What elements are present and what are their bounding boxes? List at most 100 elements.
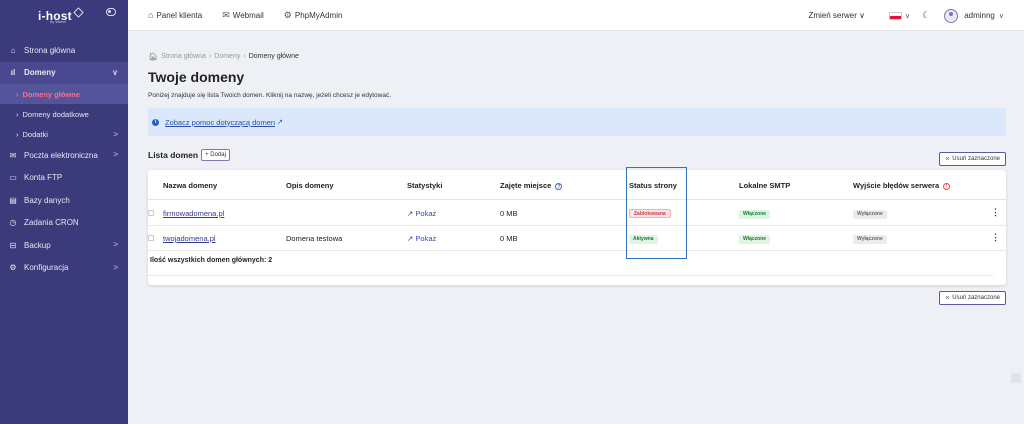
external-link-icon: ↗ (407, 234, 414, 243)
delete-selected-button-bottom[interactable]: × Usuń zaznaczone (939, 291, 1006, 305)
sidebar-item-label: Zadania CRON (24, 218, 79, 228)
row-checkbox[interactable] (148, 210, 154, 216)
chevron-right-icon: › (16, 129, 19, 139)
list-title: Lista domen (148, 150, 199, 160)
col-domain-name[interactable]: Nazwa domeny (163, 181, 217, 190)
topbar-link-webmail[interactable]: ✉ Webmail (222, 10, 264, 21)
status-column-highlight (626, 167, 687, 259)
add-domain-button[interactable]: + Dodaj (201, 149, 230, 161)
sidebar-item-domains[interactable]: ıl Domeny ∨ (0, 61, 128, 84)
sidebar-item-home[interactable]: ⌂ Strona główna (0, 39, 128, 62)
backup-icon: ⊟ (9, 240, 17, 250)
mail-icon: ✉ (222, 9, 230, 20)
breadcrumb-domains[interactable]: Domeny (214, 53, 240, 60)
sidebar-item-label: Bazy danych (24, 195, 70, 205)
col-local-smtp[interactable]: Lokalne SMTP (739, 181, 790, 190)
help-link[interactable]: Zobacz pomoc dotyczącą domen (165, 118, 275, 127)
topbar-link-label: PhpMyAdmin (294, 10, 343, 20)
domain-link[interactable]: firmowadomena.pl (163, 209, 224, 218)
col-server-errors[interactable]: Wyjście błędów serwera ! (853, 181, 951, 190)
home-icon[interactable]: 🏠︎ (148, 52, 158, 61)
sidebar-item-email[interactable]: ✉ Poczta elektroniczna > (0, 144, 128, 167)
stats-link[interactable]: ↗ Pokaż (407, 209, 436, 218)
external-link-icon: ↗ (407, 209, 414, 218)
more-vertical-icon[interactable]: ⋮ (991, 207, 1000, 218)
scroll-top-icon[interactable] (1011, 373, 1021, 383)
main-content: 🏠︎ Strona główna › Domeny › Domeny główn… (148, 31, 1006, 305)
table-row: firmowadomena.pl ↗ Pokaż 0 MB Zablokowan… (148, 201, 1006, 226)
external-link-icon[interactable]: ↗ (277, 118, 283, 126)
smtp-cell: Włączone (739, 208, 771, 219)
sidebar-item-cron[interactable]: ◷ Zadania CRON (0, 212, 128, 235)
chevron-down-icon[interactable]: ∨ (999, 12, 1004, 20)
breadcrumb-current: Domeny główne (248, 53, 299, 60)
sidebar-item-backup[interactable]: ⊟ Backup > (0, 234, 128, 257)
chevron-down-icon[interactable]: ∨ (905, 12, 910, 20)
help-icon[interactable]: ? (555, 182, 563, 190)
table-footer: Ilość wszystkich domen głównych: 2 (148, 257, 1006, 271)
stats-link[interactable]: ↗ Pokaż (407, 234, 436, 243)
topbar-right: Zmień serwer ∨ ∨ ☾ adminng ∨ (808, 0, 1004, 31)
sidebar-item-config[interactable]: ⚙ Konfiguracja > (0, 257, 128, 280)
sidebar-toggle-icon[interactable] (106, 8, 116, 16)
sidebar-nav: ⌂ Strona główna ıl Domeny ∨ › Domeny głó… (0, 39, 128, 279)
sidebar-item-ftp[interactable]: ▭ Konta FTP (0, 167, 128, 190)
brand-logo[interactable]: i-host by Webd (0, 0, 128, 31)
smtp-badge[interactable]: Włączone (739, 235, 771, 244)
sidebar-item-databases[interactable]: ▤ Bazy danych (0, 189, 128, 212)
sidebar-item-label: Domeny (24, 68, 56, 78)
errors-cell: Wyłączone (853, 208, 887, 219)
smtp-badge[interactable]: Włączone (739, 210, 771, 219)
sidebar-item-addons[interactable]: › Dodatki > (0, 124, 128, 144)
col-space[interactable]: Zajęte miejsce ? (500, 181, 563, 190)
gear-icon: ⚙ (9, 263, 17, 273)
sidebar-item-addon-domains[interactable]: › Domeny dodatkowe (0, 104, 128, 124)
domain-link[interactable]: twojadomena.pl (163, 234, 216, 243)
sidebar-item-label: Strona główna (24, 45, 76, 55)
sidebar-item-label: Backup (24, 240, 51, 250)
moon-icon[interactable]: ☾ (922, 10, 930, 21)
chevron-right-icon: › (16, 89, 19, 99)
col-description[interactable]: Opis domeny (286, 181, 334, 190)
page-subtitle: Poniżej znajduje się lista Twoich domen.… (148, 92, 392, 99)
delete-selected-button[interactable]: × Usuń zaznaczone (939, 152, 1006, 166)
col-server-errors-label: Wyjście błędów serwera (853, 181, 940, 190)
sidebar-item-label: Domeny dodatkowe (22, 109, 89, 119)
chevron-right-icon: > (113, 240, 118, 249)
change-server-label: Zmień serwer (808, 11, 857, 20)
more-vertical-icon[interactable]: ⋮ (991, 232, 1000, 243)
sidebar-item-label: Domeny główne (22, 89, 81, 99)
row-checkbox[interactable] (148, 235, 154, 241)
breadcrumb: 🏠︎ Strona główna › Domeny › Domeny główn… (148, 52, 1006, 61)
warning-icon[interactable]: ! (943, 182, 951, 190)
topbar-link-label: Panel klienta (156, 10, 203, 20)
avatar[interactable] (944, 8, 959, 23)
errors-badge[interactable]: Wyłączone (853, 210, 887, 219)
brand-tagline: by Webd (50, 19, 66, 24)
help-box: i Zobacz pomoc dotyczącą domen ↗ (148, 108, 1006, 136)
page-title: Twoje domeny (148, 69, 245, 85)
flag-pl-icon[interactable] (888, 11, 902, 20)
sidebar-item-label: Poczta elektroniczna (24, 150, 98, 160)
stats-link-label: Pokaż (415, 234, 437, 243)
clock-icon: ◷ (9, 218, 17, 228)
sidebar: i-host by Webd ⌂ Strona główna ıl Domeny… (0, 0, 128, 424)
domain-description: Domena testowa (286, 234, 343, 243)
sidebar-item-main-domains[interactable]: › Domeny główne (0, 84, 128, 104)
space-value: 0 MB (500, 234, 518, 243)
chevron-right-icon: > (113, 150, 118, 159)
add-domain-label: Dodaj (210, 152, 226, 158)
col-statistics[interactable]: Statystyki (407, 181, 442, 190)
topbar-link-client-panel[interactable]: ⌂ Panel klienta (148, 10, 202, 20)
breadcrumb-separator: › (243, 53, 246, 60)
breadcrumb-home[interactable]: Strona główna (161, 53, 206, 60)
errors-cell: Wyłączone (853, 233, 887, 244)
user-name[interactable]: adminng (964, 11, 995, 20)
sidebar-item-label: Konfiguracja (24, 263, 69, 273)
gear-icon: ⚙ (283, 9, 292, 20)
topbar-link-phpmyadmin[interactable]: ⚙ PhpMyAdmin (284, 10, 343, 21)
sidebar-item-label: Konta FTP (24, 173, 63, 183)
change-server-dropdown[interactable]: Zmień serwer ∨ (808, 11, 865, 20)
list-header: Lista domen + Dodaj × Usuń zaznaczone (148, 148, 1006, 166)
errors-badge[interactable]: Wyłączone (853, 235, 887, 244)
